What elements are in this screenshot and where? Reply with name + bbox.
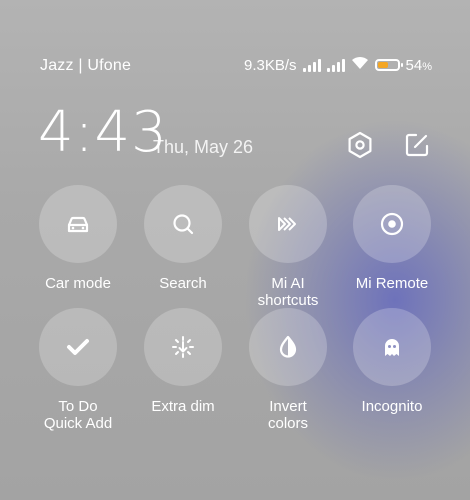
edit-icon[interactable] [402,130,432,160]
tile-incognito[interactable]: Incognito [347,308,437,415]
invert-colors-button[interactable] [249,308,327,386]
mi-remote-button[interactable] [353,185,431,263]
wifi-icon [351,56,369,74]
checkmark-icon [67,339,89,355]
tile-label: Mi AI shortcuts [257,275,319,309]
tile-search[interactable]: Search [138,185,228,292]
search-button[interactable] [144,185,222,263]
to-do-quick-add-button[interactable] [39,308,117,386]
shortcuts-icon [278,217,296,231]
tile-car-mode[interactable]: Car mode [33,185,123,292]
incognito-button[interactable] [353,308,431,386]
battery-fill [377,62,388,68]
remote-icon [380,212,404,236]
tile-label: Search [159,275,207,292]
extra-dim-button[interactable] [144,308,222,386]
tile-to-do-quick-add[interactable]: To Do Quick Add [33,308,123,432]
ghost-icon [385,339,399,356]
mi-ai-shortcuts-button[interactable] [249,185,327,263]
extra-dim-icon [172,336,194,358]
battery-icon [374,59,403,71]
tile-extra-dim[interactable]: Extra dim [138,308,228,415]
hexagon-gear-icon[interactable] [345,130,375,160]
signal-icon [326,58,345,72]
car-mode-button[interactable] [39,185,117,263]
clock-time: 4:43 [38,100,168,165]
tile-label: Invert colors [267,398,308,432]
car-icon [67,216,89,233]
network-speed: 9.3KB/s [244,56,297,74]
tile-label: Mi Remote [355,275,429,292]
tile-label: Incognito [361,398,423,415]
carrier-name: Jazz | Ufone [40,57,132,74]
tile-mi-ai-shortcuts[interactable]: Mi AI shortcuts [243,185,333,309]
invert-colors-icon [279,335,297,358]
battery-percent: 54% [405,56,432,74]
tile-label: To Do Quick Add [43,398,113,432]
tile-mi-remote[interactable]: Mi Remote [347,185,437,292]
status-indicators: 9.3KB/s 54% [244,56,432,74]
status-bar: Jazz | Ufone 9.3KB/s 54% [0,52,470,80]
tile-label: Car mode [45,275,111,292]
clock-date: Thu, May 26 [153,137,254,157]
search-icon [173,214,194,235]
tile-label: Extra dim [151,398,215,415]
tile-invert-colors[interactable]: Invert colors [243,308,333,432]
signal-icon [302,58,321,72]
